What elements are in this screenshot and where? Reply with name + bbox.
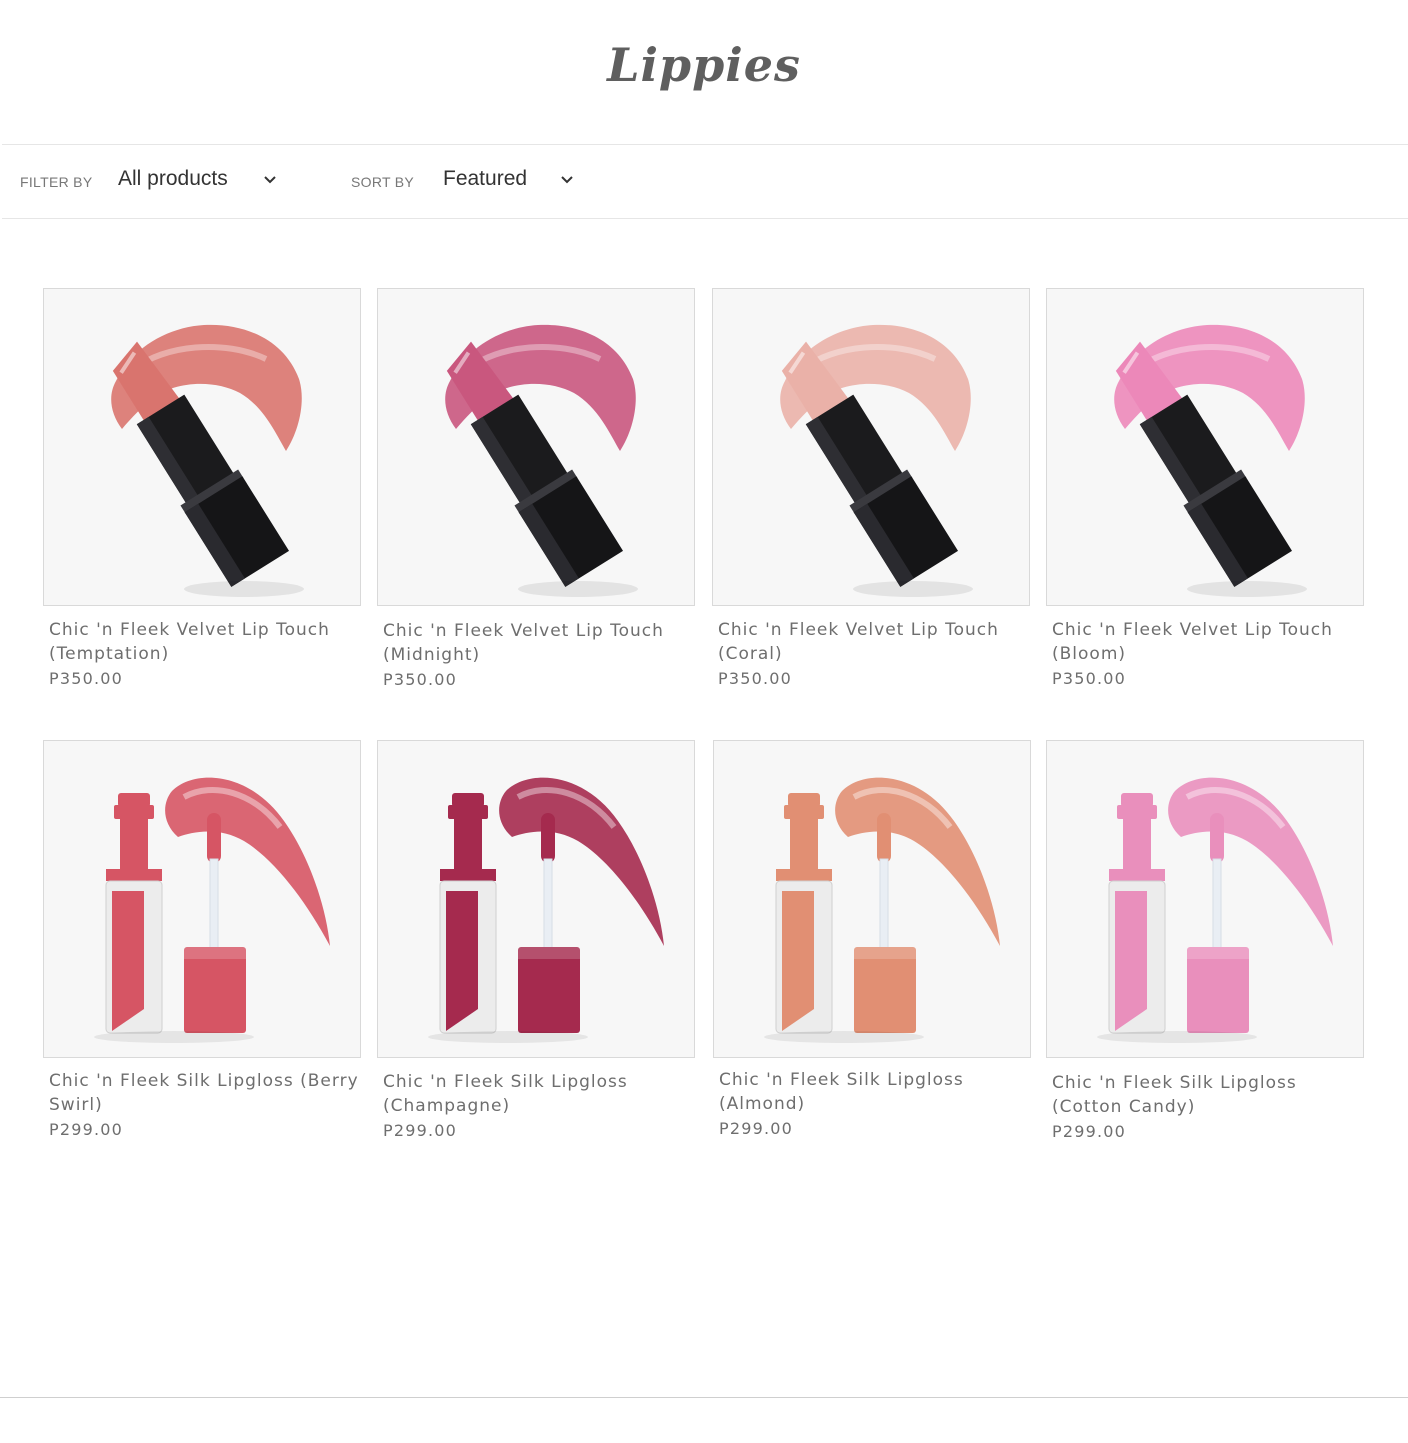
lipgloss-icon xyxy=(764,777,1000,1043)
product-title[interactable]: Chic 'n Fleek Velvet Lip Touch (Coral) xyxy=(718,618,1028,666)
lipgloss-icon xyxy=(1097,777,1333,1043)
product-title[interactable]: Chic 'n Fleek Silk Lipgloss (Champagne) xyxy=(383,1070,693,1118)
product-image[interactable] xyxy=(377,288,695,606)
product-title[interactable]: Chic 'n Fleek Velvet Lip Touch (Bloom) xyxy=(1052,618,1362,666)
filter-chevron-down-icon[interactable] xyxy=(263,175,277,185)
product-price: P350.00 xyxy=(383,670,458,689)
collection-toolbar: FILTER BY All products SORT BY Featured xyxy=(2,144,1408,219)
product-price: P350.00 xyxy=(49,669,124,688)
product-image[interactable] xyxy=(43,740,361,1058)
product-title[interactable]: Chic 'n Fleek Silk Lipgloss (Berry Swirl… xyxy=(49,1069,359,1117)
filter-label: FILTER BY xyxy=(20,174,93,190)
lipstick-icon xyxy=(780,324,973,597)
filter-select[interactable]: All products xyxy=(118,167,228,191)
product-price: P299.00 xyxy=(719,1119,794,1138)
product-image[interactable] xyxy=(712,288,1030,606)
product-title[interactable]: Chic 'n Fleek Silk Lipgloss (Cotton Cand… xyxy=(1052,1071,1362,1119)
product-price: P299.00 xyxy=(383,1121,458,1140)
product-title[interactable]: Chic 'n Fleek Velvet Lip Touch (Midnight… xyxy=(383,619,693,667)
sort-select[interactable]: Featured xyxy=(443,167,527,191)
product-image[interactable] xyxy=(377,740,695,1058)
product-image[interactable] xyxy=(713,740,1031,1058)
product-title[interactable]: Chic 'n Fleek Velvet Lip Touch (Temptati… xyxy=(49,618,359,666)
footer-divider xyxy=(0,1397,1408,1398)
lipstick-icon xyxy=(445,324,638,597)
product-price: P350.00 xyxy=(718,669,793,688)
product-image[interactable] xyxy=(1046,288,1364,606)
product-image[interactable] xyxy=(1046,740,1364,1058)
product-price: P350.00 xyxy=(1052,669,1127,688)
lipstick-icon xyxy=(111,324,304,597)
sort-label: SORT BY xyxy=(351,174,415,190)
product-title[interactable]: Chic 'n Fleek Silk Lipgloss (Almond) xyxy=(719,1068,1029,1116)
lipgloss-icon xyxy=(94,777,330,1043)
sort-chevron-down-icon[interactable] xyxy=(560,175,574,185)
lipstick-icon xyxy=(1114,324,1307,597)
lipgloss-icon xyxy=(428,777,664,1043)
page-title: Lippies xyxy=(607,38,801,92)
product-image[interactable] xyxy=(43,288,361,606)
product-price: P299.00 xyxy=(1052,1122,1127,1141)
product-price: P299.00 xyxy=(49,1120,124,1139)
